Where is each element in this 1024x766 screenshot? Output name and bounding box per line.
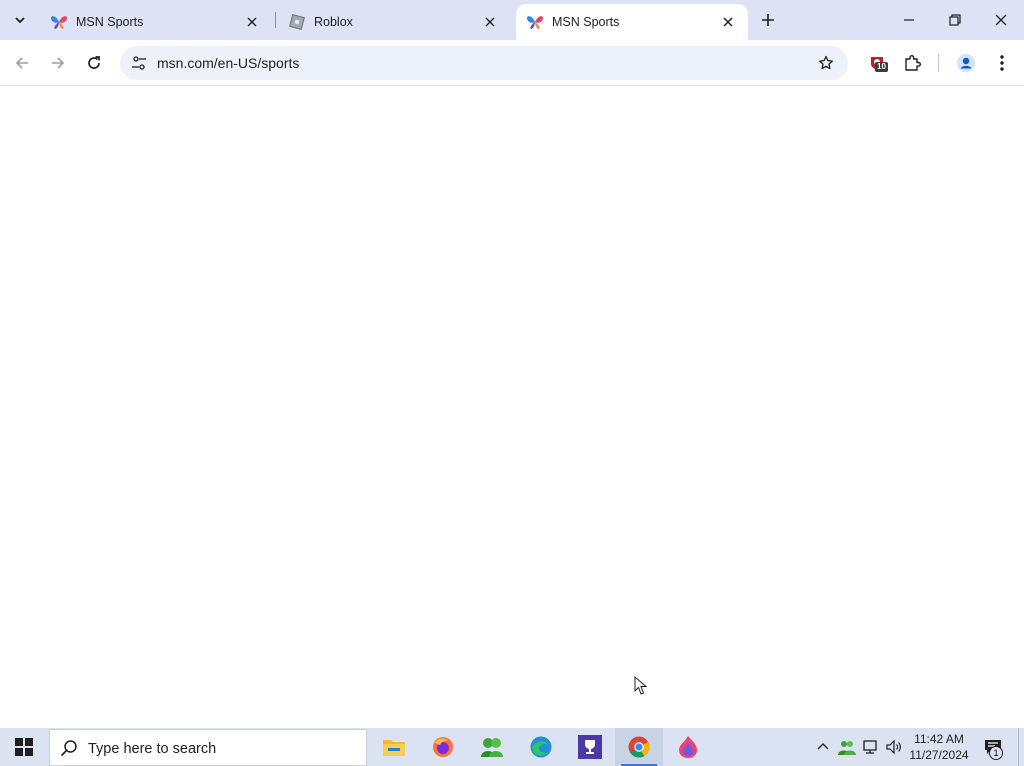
back-button[interactable] <box>6 47 38 79</box>
clock-date: 11/27/2024 <box>909 748 969 762</box>
puzzle-icon <box>905 55 921 71</box>
tab-close-icon[interactable] <box>718 12 738 32</box>
more-vertical-icon <box>1000 55 1004 71</box>
minimize-button[interactable] <box>886 0 932 40</box>
arrow-right-icon <box>52 57 65 69</box>
system-clock[interactable]: 11:42 AM 11/27/2024 <box>904 731 974 763</box>
minimize-icon <box>904 19 914 21</box>
address-bar[interactable]: msn.com/en-US/sports <box>120 46 848 80</box>
people-tray-icon <box>838 741 856 755</box>
taskbar-app-firefox[interactable] <box>419 728 467 766</box>
taskbar-app-green[interactable] <box>468 728 516 766</box>
taskbar: Type here to search 11:42 AM 11/27/2024 … <box>0 728 1024 766</box>
extension-toolbar-button[interactable]: 10 <box>864 49 892 77</box>
taskbar-app-chrome[interactable] <box>615 728 663 766</box>
search-icon <box>60 740 77 757</box>
mouse-pointer-icon <box>634 676 648 695</box>
edge-icon <box>530 736 552 758</box>
tab-strip: MSN Sports Roblox MSN Sports <box>0 0 1024 40</box>
page-content <box>0 87 1024 728</box>
roblox-icon <box>288 13 306 31</box>
start-button[interactable] <box>0 728 48 766</box>
browser-toolbar: msn.com/en-US/sports 10 <box>0 40 1024 86</box>
tray-people-app[interactable] <box>836 728 858 766</box>
firefox-icon <box>433 737 453 757</box>
msn-butterfly-icon <box>526 13 544 31</box>
chevron-up-icon <box>817 743 829 750</box>
volume-icon <box>886 739 901 755</box>
extensions-button[interactable] <box>898 49 926 77</box>
tab-close-icon[interactable] <box>480 12 500 32</box>
trophy-app-icon <box>578 735 602 759</box>
chevron-down-icon <box>15 17 25 24</box>
tab-separator <box>275 12 276 28</box>
extension-badge: 10 <box>875 62 888 72</box>
chrome-icon <box>628 736 650 758</box>
forward-button[interactable] <box>42 47 74 79</box>
msn-butterfly-icon <box>50 13 68 31</box>
tray-network[interactable] <box>860 728 882 766</box>
plus-icon <box>762 14 774 26</box>
reload-icon <box>88 56 100 69</box>
restore-button[interactable] <box>932 0 978 40</box>
tab-msn-sports-active[interactable]: MSN Sports <box>516 4 748 40</box>
taskbar-app-trophy[interactable] <box>566 728 614 766</box>
avatar-icon <box>957 54 975 72</box>
show-desktop-button[interactable] <box>1018 728 1024 766</box>
network-icon <box>863 740 877 754</box>
close-icon <box>995 14 1007 26</box>
profile-button[interactable] <box>952 49 980 77</box>
tab-roblox[interactable]: Roblox <box>278 4 510 40</box>
taskbar-app-flame[interactable] <box>664 728 712 766</box>
reload-button[interactable] <box>78 47 110 79</box>
taskbar-app-file-explorer[interactable] <box>370 728 418 766</box>
show-hidden-icons-button[interactable] <box>812 728 834 766</box>
browser-window: MSN Sports Roblox MSN Sports msn.com/en-… <box>0 0 1024 728</box>
site-info-icon[interactable] <box>126 50 152 76</box>
url-text[interactable]: msn.com/en-US/sports <box>157 55 299 71</box>
arrow-left-icon <box>15 57 28 69</box>
tab-title: MSN Sports <box>76 15 144 29</box>
search-placeholder: Type here to search <box>88 741 217 757</box>
file-explorer-icon <box>383 740 405 756</box>
toolbar-divider <box>938 54 939 72</box>
new-tab-button[interactable] <box>756 8 780 32</box>
windows-icon <box>15 738 33 756</box>
tray-volume[interactable] <box>883 728 905 766</box>
flame-app-icon <box>679 736 697 758</box>
action-center-button[interactable]: 1 <box>980 728 1006 766</box>
bookmark-star-icon[interactable] <box>814 51 838 75</box>
restore-icon <box>949 14 961 26</box>
tab-msn-sports-1[interactable]: MSN Sports <box>40 4 272 40</box>
green-app-icon <box>481 738 503 757</box>
tab-close-icon[interactable] <box>242 12 262 32</box>
close-window-button[interactable] <box>978 0 1024 40</box>
clock-time: 11:42 AM <box>914 732 964 746</box>
taskbar-search-box[interactable]: Type here to search <box>49 729 367 766</box>
tab-search-button[interactable] <box>6 6 34 34</box>
menu-button[interactable] <box>988 49 1016 77</box>
notification-count: 1 <box>989 746 1003 760</box>
tab-title: Roblox <box>314 15 353 29</box>
tab-title: MSN Sports <box>552 15 620 29</box>
taskbar-app-edge[interactable] <box>517 728 565 766</box>
